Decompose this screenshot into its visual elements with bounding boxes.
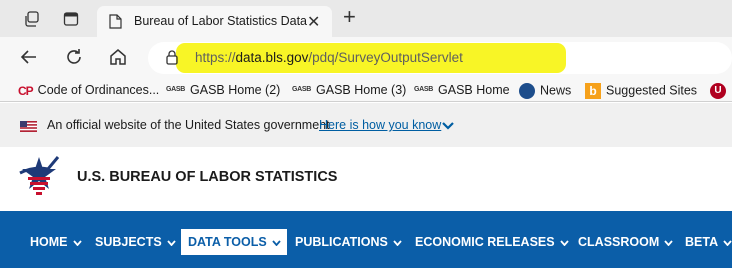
chevron-down-icon bbox=[167, 240, 176, 246]
favorite-label: GASB Home (2) bbox=[190, 83, 281, 97]
address-bar[interactable]: https://data.bls.gov/pdq/SurveyOutputSer… bbox=[148, 42, 732, 74]
favorite-label: Code of Ordinances... bbox=[37, 83, 160, 97]
gov-banner-text: An official website of the United States… bbox=[47, 118, 330, 132]
chevron-down-icon bbox=[72, 240, 82, 246]
favorite-suggested-sites[interactable]: b Suggested Sites bbox=[585, 83, 697, 99]
chevron-down-icon bbox=[664, 240, 673, 246]
how-you-know-link[interactable]: Here is how you know bbox=[319, 118, 441, 132]
nav-item-beta[interactable]: BETA bbox=[685, 235, 732, 249]
favorite-news[interactable]: News bbox=[519, 83, 571, 99]
favorite-gasb-home-3[interactable]: GASB GASB Home (3) bbox=[292, 83, 406, 97]
red-circle-icon: U bbox=[710, 83, 726, 99]
url-text[interactable]: https://data.bls.gov/pdq/SurveyOutputSer… bbox=[195, 50, 463, 65]
nav-item-economic-releases[interactable]: ECONOMIC RELEASES bbox=[415, 235, 569, 249]
nav-item-data-tools[interactable]: DATA TOOLS bbox=[181, 229, 287, 255]
page-icon bbox=[109, 14, 122, 29]
url-protocol: https:// bbox=[195, 50, 236, 65]
gasb-icon: GASB bbox=[414, 86, 434, 94]
chevron-down-icon bbox=[272, 240, 281, 246]
site-header: U.S. BUREAU OF LABOR STATISTICS bbox=[0, 147, 732, 211]
browser-toolbar: https://data.bls.gov/pdq/SurveyOutputSer… bbox=[0, 37, 732, 80]
favorite-red-site[interactable]: U bbox=[710, 83, 731, 99]
nav-item-classroom[interactable]: CLASSROOM bbox=[578, 235, 673, 249]
bing-icon: b bbox=[585, 83, 601, 99]
gasb-icon: GASB bbox=[166, 86, 186, 94]
cp-icon: CP bbox=[18, 83, 34, 98]
url-host: data.bls.gov bbox=[235, 50, 309, 65]
favorite-code-of-ordinances[interactable]: CP Code of Ordinances... bbox=[18, 83, 159, 98]
tab-actions-icon[interactable] bbox=[63, 11, 79, 27]
main-nav: HOME SUBJECTS DATA TOOLS PUBLICATIONS EC… bbox=[0, 211, 732, 268]
nav-item-label: BETA bbox=[685, 235, 719, 249]
favorite-label: News bbox=[540, 83, 572, 98]
nav-item-label: HOME bbox=[30, 235, 68, 249]
home-icon[interactable] bbox=[107, 46, 129, 68]
refresh-icon[interactable] bbox=[63, 46, 85, 68]
us-flag-icon bbox=[20, 121, 37, 132]
back-arrow-icon[interactable] bbox=[18, 46, 40, 68]
nav-item-label: SUBJECTS bbox=[95, 235, 162, 249]
favorite-label: Suggested Sites bbox=[606, 83, 698, 98]
url-path: /pdq/SurveyOutputServlet bbox=[308, 50, 463, 65]
favorite-label: GASB Home (3) bbox=[316, 83, 407, 97]
favorite-label: GASB Home bbox=[438, 83, 510, 97]
new-tab-icon[interactable]: + bbox=[343, 4, 356, 30]
browser-tab-strip: Bureau of Labor Statistics Data ✕ + bbox=[0, 0, 732, 37]
news-icon bbox=[519, 83, 535, 99]
close-tab-icon[interactable]: ✕ bbox=[307, 12, 320, 32]
chevron-down-icon bbox=[559, 240, 569, 246]
favorite-gasb-home[interactable]: GASB GASB Home bbox=[414, 83, 510, 97]
nav-item-publications[interactable]: PUBLICATIONS bbox=[295, 235, 402, 249]
chevron-down-icon bbox=[393, 240, 402, 246]
tab-title: Bureau of Labor Statistics Data bbox=[134, 14, 308, 28]
chevron-down-icon[interactable] bbox=[442, 122, 454, 130]
active-tab[interactable]: Bureau of Labor Statistics Data ✕ bbox=[97, 6, 332, 37]
gov-banner: An official website of the United States… bbox=[0, 103, 732, 147]
favorites-bar: CP Code of Ordinances... GASB GASB Home (2… bbox=[0, 80, 732, 102]
site-name[interactable]: U.S. BUREAU OF LABOR STATISTICS bbox=[77, 169, 337, 185]
nav-item-label: CLASSROOM bbox=[578, 235, 660, 249]
nav-item-label: DATA TOOLS bbox=[188, 235, 267, 249]
nav-item-label: PUBLICATIONS bbox=[295, 235, 388, 249]
nav-item-home[interactable]: HOME bbox=[30, 235, 82, 249]
favorite-gasb-home-2[interactable]: GASB GASB Home (2) bbox=[166, 83, 280, 97]
lock-icon[interactable] bbox=[165, 50, 179, 65]
nav-item-subjects[interactable]: SUBJECTS bbox=[95, 235, 176, 249]
workspaces-icon[interactable] bbox=[24, 11, 40, 27]
gasb-icon: GASB bbox=[292, 86, 312, 94]
chevron-down-icon bbox=[723, 240, 732, 246]
nav-item-label: ECONOMIC RELEASES bbox=[415, 235, 555, 249]
bls-logo-icon[interactable] bbox=[14, 151, 64, 201]
